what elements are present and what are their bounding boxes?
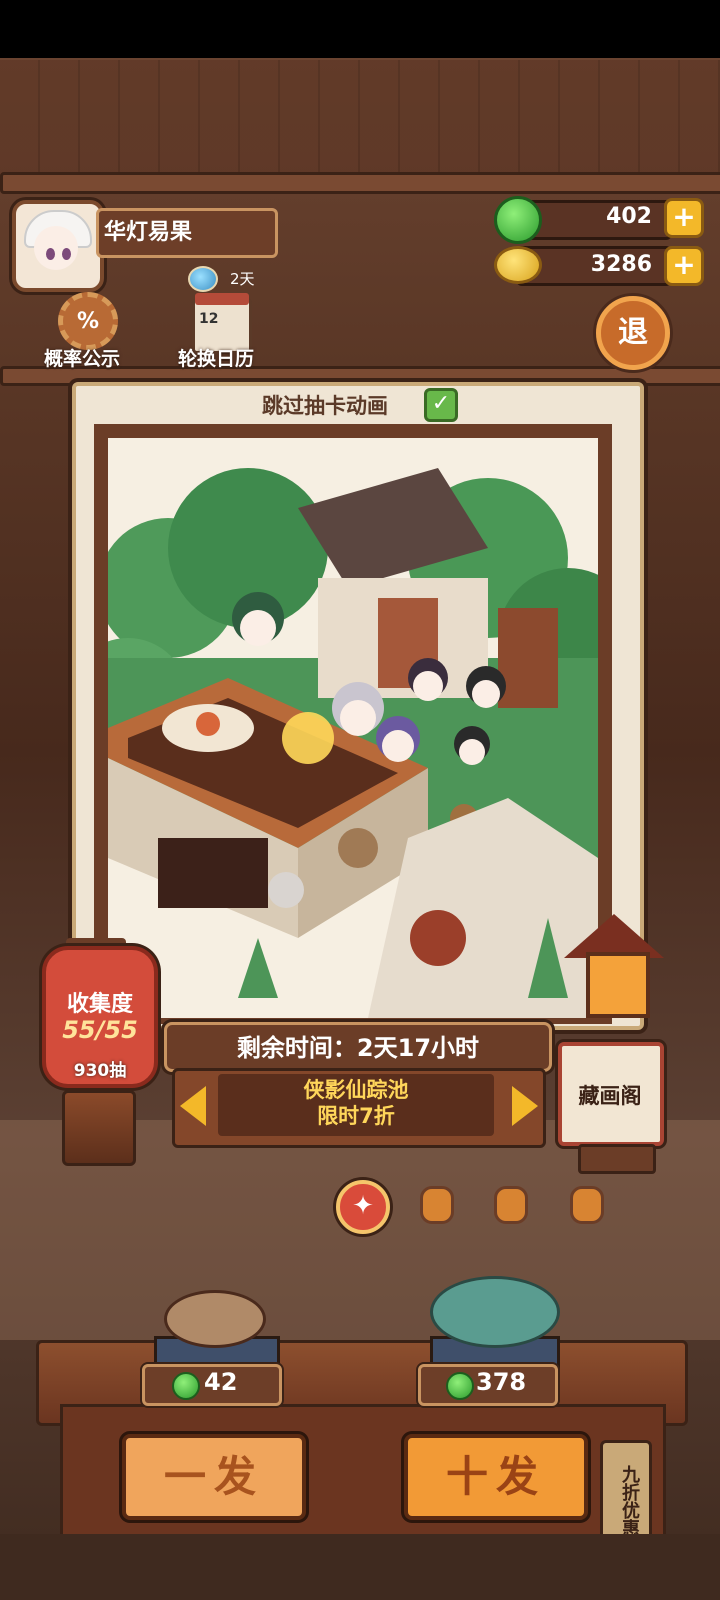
card-artwork	[108, 438, 598, 1018]
ten-draw-button[interactable]: 十发	[404, 1434, 588, 1520]
add-jade-button[interactable]: +	[664, 198, 704, 238]
coin-amount: 3286	[590, 252, 652, 277]
add-coins-button[interactable]: +	[664, 246, 704, 286]
big-fish-icon	[430, 1276, 560, 1348]
roof-beams	[0, 60, 720, 190]
calendar-label[interactable]: 轮换日历	[178, 344, 254, 371]
pool-page-dot[interactable]	[494, 1186, 528, 1224]
percent-icon: %	[76, 308, 100, 334]
floor-bottom	[0, 1534, 720, 1600]
single-draw-button[interactable]: 一发	[122, 1434, 306, 1520]
ten-cost: 378	[476, 1368, 527, 1396]
next-pool-arrow-icon[interactable]	[512, 1086, 538, 1126]
days-counter: 2天	[230, 270, 255, 288]
skip-animation-checkbox[interactable]: ✓	[424, 388, 458, 422]
pool-page-dot[interactable]	[570, 1186, 604, 1224]
pool-discount: 限时7折	[317, 1104, 395, 1128]
gallery-lamp-icon	[586, 952, 650, 1018]
collection-label: 收集度	[66, 992, 133, 1017]
player-avatar[interactable]	[12, 200, 104, 292]
single-cost: 42	[204, 1368, 238, 1396]
probability-label[interactable]: 概率公示	[44, 344, 120, 371]
prev-pool-arrow-icon[interactable]	[180, 1086, 206, 1126]
gallery-stand	[578, 1144, 656, 1174]
status-bar	[0, 0, 720, 58]
exit-button[interactable]: 退	[596, 296, 670, 370]
sky-globe-icon	[188, 266, 218, 292]
jade-coin-icon	[494, 196, 542, 244]
jade-coin-icon	[446, 1372, 474, 1400]
copper-coin-icon	[494, 246, 542, 284]
fish-icon	[164, 1290, 266, 1348]
collection-value: 55/55	[62, 1016, 138, 1044]
probability-button[interactable]: %	[58, 292, 118, 350]
pool-page-dot-active[interactable]: ✦	[336, 1180, 390, 1234]
jade-coin-icon	[172, 1372, 200, 1400]
lantern-stand	[62, 1090, 136, 1166]
draw-count: 930抽	[73, 1061, 127, 1081]
skip-animation-label[interactable]: 跳过抽卡动画	[262, 390, 388, 420]
roof-crossbeam	[0, 172, 720, 194]
calendar-number: 12	[199, 311, 219, 327]
kitchen-scene-illustration	[108, 438, 598, 1018]
player-name: 华灯易果	[104, 220, 193, 245]
gallery-label[interactable]: 藏画阁	[558, 1080, 662, 1110]
pool-page-dot[interactable]	[420, 1186, 454, 1224]
time-remaining: 剩余时间：2天17小时	[236, 1034, 480, 1062]
jade-amount: 402	[606, 204, 652, 229]
